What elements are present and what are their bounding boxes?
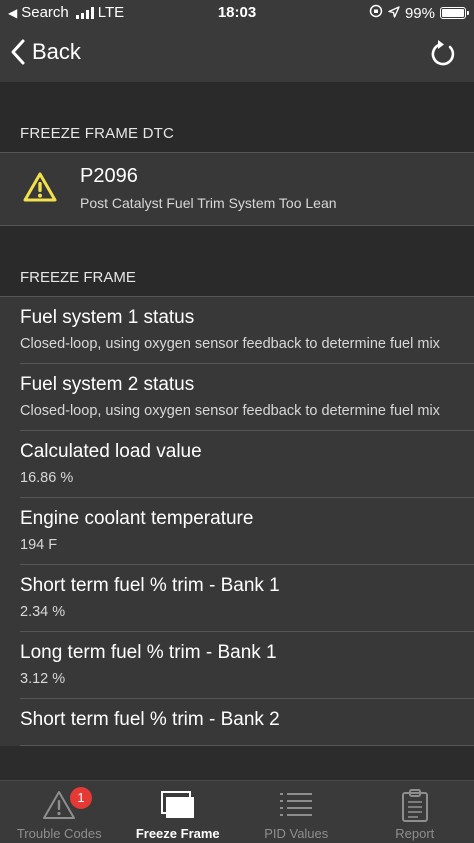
warning-icon (22, 171, 58, 208)
item-value: Closed-loop, using oxygen sensor feedbac… (20, 336, 440, 352)
item-title: Long term fuel % trim - Bank 1 (20, 642, 277, 663)
clipboard-icon (400, 789, 430, 828)
list-item[interactable]: Long term fuel % trim - Bank 1 3.12 % (0, 632, 474, 699)
dtc-code: P2096 (80, 165, 138, 187)
status-right: 99% (369, 4, 469, 22)
notification-badge: 1 (70, 787, 92, 809)
tab-trouble-codes[interactable]: 1 Trouble Codes (0, 781, 119, 843)
item-value: 16.86 % (20, 470, 74, 486)
tab-label: PID Values (264, 826, 329, 841)
list-item[interactable]: Short term fuel % trim - Bank 1 2.34 % (0, 565, 474, 632)
list-item[interactable]: Fuel system 1 status Closed-loop, using … (0, 297, 474, 364)
item-title: Fuel system 2 status (20, 374, 195, 395)
orientation-lock-icon (369, 4, 383, 22)
tab-bar: 1 Trouble Codes Freeze Frame PID Values … (0, 780, 474, 843)
list-item[interactable]: Calculated load value 16.86 % (0, 431, 474, 498)
item-title: Fuel system 1 status (20, 307, 195, 328)
section-header-freeze-frame: FREEZE FRAME (0, 226, 474, 297)
list-item[interactable]: Fuel system 2 status Closed-loop, using … (0, 364, 474, 431)
item-title: Short term fuel % trim - Bank 2 (20, 709, 280, 730)
battery-percent: 99% (404, 4, 435, 22)
tab-freeze-frame[interactable]: Freeze Frame (119, 781, 238, 843)
item-value: Closed-loop, using oxygen sensor feedbac… (20, 403, 440, 419)
item-title: Calculated load value (20, 441, 202, 462)
content-scroll[interactable]: FREEZE FRAME DTC P2096 Post Catalyst Fue… (0, 82, 474, 780)
tab-label: Report (395, 826, 435, 841)
dtc-description: Post Catalyst Fuel Trim System Too Lean (80, 195, 337, 211)
item-title: Short term fuel % trim - Bank 1 (20, 575, 280, 596)
item-value: 2.34 % (20, 604, 66, 620)
back-button[interactable]: Back (10, 38, 81, 66)
section-title: FREEZE FRAME DTC (20, 125, 175, 142)
refresh-button[interactable] (428, 38, 456, 73)
battery-icon (440, 7, 469, 19)
app-screen: ◀ Search LTE 18:03 99% Back FREEZE FRAME… (0, 0, 474, 843)
nav-bar: Back (0, 26, 474, 82)
item-title: Engine coolant temperature (20, 508, 254, 529)
tab-pid-values[interactable]: PID Values (237, 781, 356, 843)
tab-label: Trouble Codes (16, 826, 102, 841)
location-icon (388, 5, 400, 22)
list-icon (278, 789, 314, 824)
frames-icon (158, 789, 198, 826)
item-value: 194 F (20, 537, 58, 553)
list-item[interactable]: Short term fuel % trim - Bank 2 (0, 699, 474, 746)
list-item[interactable]: Engine coolant temperature 194 F (0, 498, 474, 565)
tab-label: Freeze Frame (135, 826, 220, 841)
battery-fill (442, 9, 464, 17)
section-title: FREEZE FRAME (20, 269, 136, 286)
dtc-row[interactable]: P2096 Post Catalyst Fuel Trim System Too… (0, 153, 474, 226)
tab-report[interactable]: Report (356, 781, 474, 843)
status-bar: ◀ Search LTE 18:03 99% (0, 0, 474, 26)
item-value: 3.12 % (20, 671, 66, 687)
refresh-icon (431, 40, 455, 66)
section-header-dtc: FREEZE FRAME DTC (0, 82, 474, 153)
back-label: Back (32, 39, 81, 64)
chevron-left-icon (11, 39, 25, 65)
